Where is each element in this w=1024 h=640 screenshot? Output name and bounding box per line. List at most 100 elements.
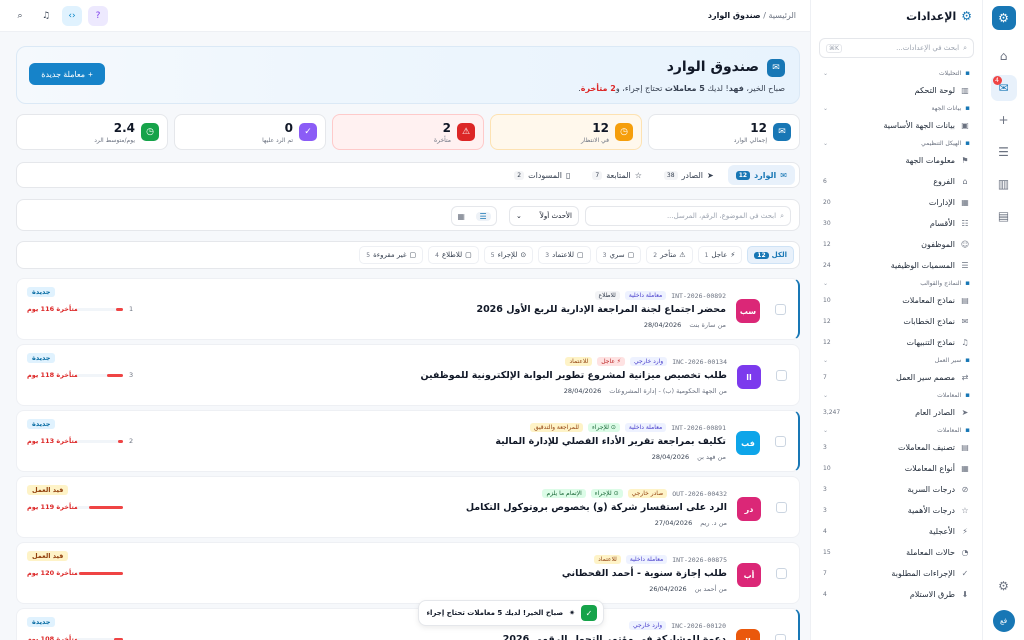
breadcrumb-home[interactable]: الرئيسية <box>768 11 796 20</box>
sidebar-item[interactable]: ▤ تصنيف المعاملات 3 <box>811 437 982 458</box>
sidebar-item-label: تصنيف المعاملات <box>898 443 955 452</box>
sender-name: من د. ريم <box>700 519 727 527</box>
row-checkbox[interactable] <box>776 370 787 381</box>
sidebar-item-label: المسميات الوظيفية <box>890 261 955 270</box>
stat-value: 12 <box>750 121 767 135</box>
sidebar-item[interactable]: ➤ الصادر العام 3,247 <box>811 402 982 423</box>
user-avatar[interactable]: فع <box>992 610 1015 632</box>
search-icon[interactable]: ⌕ <box>10 6 30 26</box>
sidebar-item[interactable]: ▥ لوحة التحكم <box>811 80 982 101</box>
list-search-input[interactable]: ⌕ ابحث في الموضوع، الرقم، المرسل... <box>585 206 791 226</box>
row-checkbox[interactable] <box>775 436 786 447</box>
sidebar-item[interactable]: ⬇ طرق الاستلام 4 <box>811 584 982 605</box>
progress-bar <box>77 440 123 443</box>
transaction-title[interactable]: تكليف بمراجعة تقرير الأداء الفصلي للإدار… <box>495 436 726 447</box>
sidebar-item[interactable]: ⊘ درجات السرية 3 <box>811 479 982 500</box>
sidebar-item-icon: ⚑ <box>961 156 969 165</box>
plus-icon[interactable]: + <box>991 107 1017 133</box>
sidebar-group-header[interactable]: ▪ سير العمل ⌄ <box>811 353 982 367</box>
transaction-title[interactable]: طلب تخصيص ميزانية لمشروع تطوير البوابة ا… <box>421 370 728 381</box>
home-icon[interactable]: ⌂ <box>991 43 1017 69</box>
code-icon[interactable]: ‹› <box>62 6 82 26</box>
transaction-title[interactable]: الرد على استفسار شركة (و) بخصوص بروتوكول… <box>466 502 727 513</box>
sidebar-item[interactable]: ▦ الإدارات 20 <box>811 192 982 213</box>
tab-label: الصادر <box>681 170 704 180</box>
sidebar-group-header[interactable]: ▪ التحليلات ⌄ <box>811 66 982 80</box>
sidebar-item[interactable]: ⚑ معلومات الجهة <box>811 150 982 171</box>
row-checkbox[interactable] <box>776 502 787 513</box>
stat-label: يوم/متوسط الرد <box>94 137 135 144</box>
transaction-title[interactable]: دعوة للمشاركة في مؤتمر التحول الرقمي 202… <box>503 634 726 640</box>
help-icon[interactable]: ? <box>88 6 108 26</box>
filter-chip[interactable]: ⊙ للإجراء 5 <box>483 246 534 264</box>
sidebar-item[interactable]: ✉ نماذج الخطابات 12 <box>811 311 982 332</box>
pending-count: 5 معاملات <box>664 84 705 93</box>
sidebar-item[interactable]: ⌂ الفروع 6 <box>811 171 982 192</box>
stat-icon: ✉ <box>773 123 791 141</box>
filter-chip[interactable]: الكل 12 <box>747 246 794 264</box>
transaction-row[interactable]: أب INT-2026-00875 معاملة داخلية للاعتماد طلب… <box>16 542 800 604</box>
transaction-title[interactable]: محضر اجتماع لجنة المراجعة الإدارية للربع… <box>476 304 726 315</box>
sidebar-item[interactable]: ☰ المسميات الوظيفية 24 <box>811 255 982 276</box>
sidebar-item-label: درجات الأهمية <box>907 506 955 515</box>
row-sender: من الجهة الحكومية (ب) - إدارة المشروعات 2… <box>564 387 727 395</box>
list-icon[interactable]: ☰ <box>991 139 1017 165</box>
sidebar-item[interactable]: ⇄ مصمم سير العمل 7 <box>811 367 982 388</box>
stat-label: متأخرة <box>433 137 451 144</box>
stat-card: ✓ 0 تم الرد عليها <box>174 114 326 150</box>
transaction-row[interactable]: اا INC-2026-00134 وارد خارجي ⚡ عاجل للاعتماد… <box>16 344 800 406</box>
filter-chip[interactable]: ▢ سري 3 <box>595 246 642 264</box>
document-icon[interactable]: ▤ <box>991 203 1017 229</box>
sidebar-item[interactable]: ☆ درجات الأهمية 3 <box>811 500 982 521</box>
sidebar-item[interactable]: ✓ الإجراءات المطلوبة 7 <box>811 563 982 584</box>
transaction-row[interactable]: فب INT-2026-00891 معاملة داخلية ⊙ للإجراء لل… <box>16 410 800 472</box>
filter-chip[interactable]: ▢ للاطلاع 4 <box>428 246 479 264</box>
inbox-icon[interactable]: ✉ 4 <box>990 75 1017 101</box>
transaction-row[interactable]: در OUT-2026-00432 صادر خارجي ⊙ للإجراء الإتم… <box>16 476 800 538</box>
sidebar-group-header[interactable]: ▪ المعاملات ⌄ <box>811 388 982 402</box>
sidebar-header: ⚙ الإعدادات <box>811 0 982 32</box>
stat-icon: ◷ <box>615 123 633 141</box>
sidebar-item[interactable]: ☺ الموظفون 12 <box>811 234 982 255</box>
chart-icon[interactable]: ▥ <box>991 171 1017 197</box>
row-checkbox[interactable] <box>776 568 787 579</box>
sidebar-group-header[interactable]: ▪ المعاملات ⌄ <box>811 423 982 437</box>
sidebar-item[interactable]: ♫ نماذج التنبيهات 12 <box>811 332 982 353</box>
new-transaction-button[interactable]: + معاملة جديدة <box>29 63 105 85</box>
tab-item[interactable]: ✉ الوارد 12 <box>727 165 795 185</box>
filter-chip[interactable]: ▢ للاعتماد 3 <box>538 246 591 264</box>
sidebar-item[interactable]: ▦ أنواع المعاملات 10 <box>811 458 982 479</box>
filter-chip[interactable]: ⚠ متأخر 2 <box>646 246 693 264</box>
sidebar-item-label: نماذج التنبيهات <box>906 338 955 347</box>
search-icon: ⌕ <box>780 211 784 220</box>
row-checkbox[interactable] <box>775 634 786 640</box>
tab-item[interactable]: ☆ المتابعة 7 <box>584 165 650 185</box>
app-logo-icon[interactable]: ⚙ <box>991 6 1016 30</box>
transaction-row[interactable]: سب INT-2026-00892 معاملة داخلية للاطلاع محضر… <box>16 278 800 340</box>
sidebar-item[interactable]: ◔ حالات المعاملة 15 <box>811 542 982 563</box>
sidebar-item[interactable]: ▤ نماذج المعاملات 10 <box>811 290 982 311</box>
settings-icon[interactable]: ⚙ <box>991 573 1017 599</box>
filter-chip[interactable]: ▢ غير مقروءة 5 <box>359 246 424 264</box>
tab-item[interactable]: ▯ المسودات 2 <box>506 165 578 185</box>
sidebar-search-input[interactable]: ⌕ ابحث في الإعدادات... K⌘ <box>819 38 974 58</box>
stat-icon: ✓ <box>299 123 317 141</box>
transaction-title[interactable]: طلب إجازة سنوية - أحمد القحطاني <box>562 568 727 579</box>
transaction-row[interactable]: اا INC-2026-00120 وارد خارجي دعوة للمشاركة … <box>16 608 800 640</box>
breadcrumb-current: صندوق الوارد <box>707 11 761 20</box>
toast-star-icon: ✷ <box>569 609 575 617</box>
sort-select[interactable]: الأحدث أولاً ⌄ <box>509 206 579 226</box>
sidebar-group-header[interactable]: ▪ بيانات الجهة ⌄ <box>811 101 982 115</box>
bell-icon[interactable]: ♫ <box>36 6 56 26</box>
sidebar-group-header[interactable]: ▪ النماذج والقوالب ⌄ <box>811 276 982 290</box>
filter-chip[interactable]: ⚡ عاجل 1 <box>697 246 743 264</box>
grid-view-icon[interactable]: ▦ <box>457 212 465 221</box>
row-checkbox[interactable] <box>775 304 786 315</box>
sidebar-item[interactable]: ☷ الأقسام 30 <box>811 213 982 234</box>
tab-item[interactable]: ➤ الصادر 38 <box>656 165 722 185</box>
list-view-icon[interactable]: ☰ <box>475 211 491 221</box>
sidebar-item[interactable]: ⚡ الأعجلية 4 <box>811 521 982 542</box>
sidebar-item[interactable]: ▣ بيانات الجهة الأساسية <box>811 115 982 136</box>
chip-label: عاجل <box>711 251 728 259</box>
sidebar-group-header[interactable]: ▪ الهيكل التنظيمي ⌄ <box>811 136 982 150</box>
